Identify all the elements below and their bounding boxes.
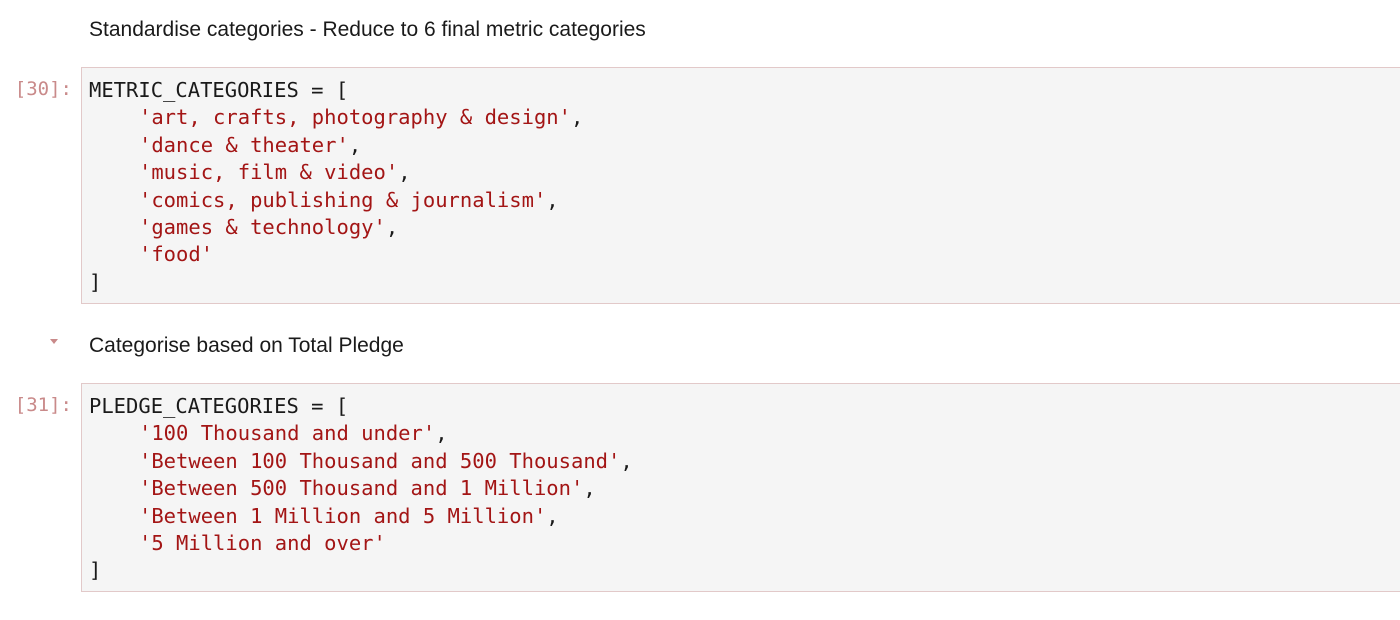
string-literal: 'music, film & video' [139,160,399,185]
code-line-item: 'art, crafts, photography & design', [139,105,584,130]
code-line-item: '5 Million and over' [89,530,1400,557]
string-literal: 'comics, publishing & journalism' [139,187,547,212]
string-literal: '100 Thousand and under' [139,421,436,446]
string-literal: 'games & technology' [139,214,386,239]
code-line-item: 'games & technology', [139,214,399,239]
string-literal: 'dance & theater' [139,132,349,157]
code-line-item: 'food' [89,241,1400,268]
code-cell-metric-categories[interactable]: METRIC_CATEGORIES = [ 'art, crafts, phot… [81,67,1400,304]
markdown-heading-categorise[interactable]: Categorise based on Total Pledge [89,333,404,359]
string-literal: 'food' [139,242,214,267]
string-literal: 'Between 100 Thousand and 500 Thousand' [139,448,621,473]
code-line-item: 'dance & theater', [139,132,362,157]
code-cell-pledge-categories[interactable]: PLEDGE_CATEGORIES = [ '100 Thousand and … [81,383,1400,592]
code-line-item: '100 Thousand and under', [139,421,448,446]
code-line-item: 'Between 500 Thousand and 1 Million', [139,476,596,501]
markdown-heading-standardise[interactable]: Standardise categories - Reduce to 6 fin… [89,17,646,43]
code-line-close-bracket: ] [89,558,102,583]
string-literal: 'Between 500 Thousand and 1 Million' [139,476,584,501]
code-line-item: 'music, film & video', [139,160,411,185]
code-line-assignment: PLEDGE_CATEGORIES = [ [89,394,349,418]
code-line-assignment: METRIC_CATEGORIES = [ [89,78,349,102]
code-line-item: 'comics, publishing & journalism', [139,187,559,212]
execution-count-prompt: [30]: [14,78,72,100]
execution-count-prompt: [31]: [14,394,72,416]
string-literal: 'Between 1 Million and 5 Million' [139,503,547,528]
string-literal: '5 Million and over' [139,530,386,555]
caret-down-icon[interactable] [50,339,58,344]
code-line-item: 'Between 100 Thousand and 500 Thousand', [139,448,633,473]
code-line-close-bracket: ] [89,269,102,294]
code-line-item: 'Between 1 Million and 5 Million', [139,503,559,528]
string-literal: 'art, crafts, photography & design' [139,105,571,130]
